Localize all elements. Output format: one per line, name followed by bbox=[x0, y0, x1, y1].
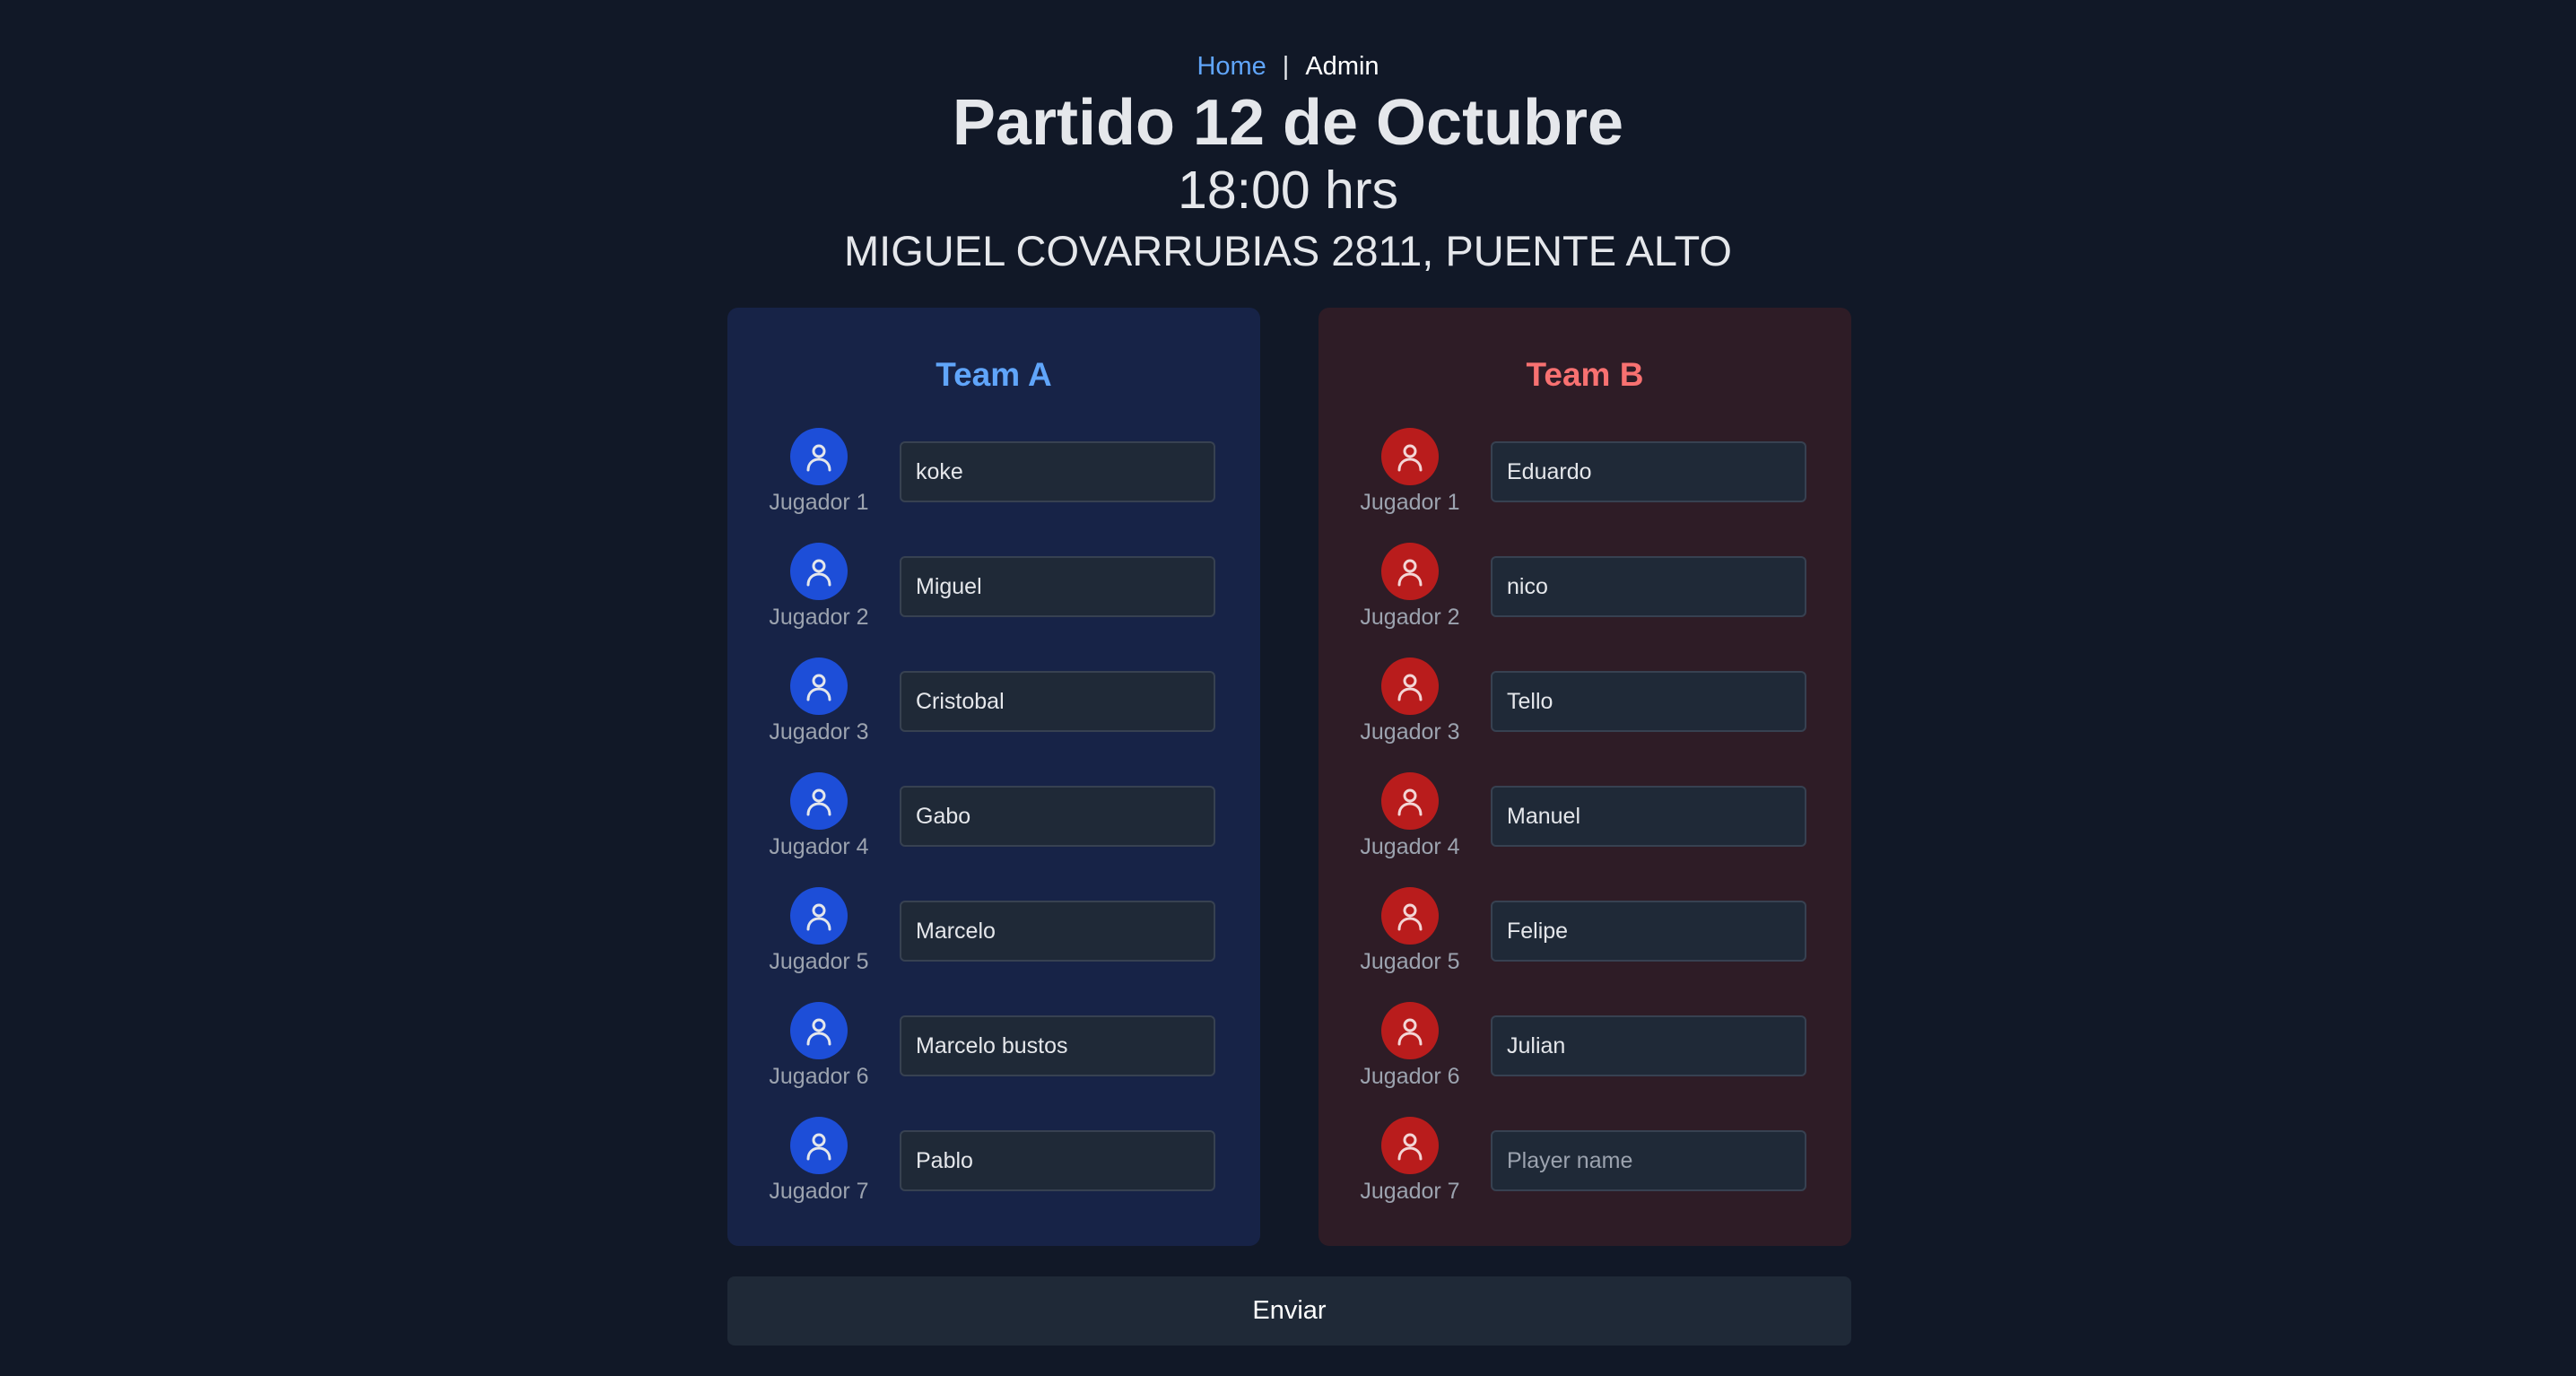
player-name-input[interactable] bbox=[900, 901, 1215, 962]
team-b-player-6: Jugador 6 bbox=[1318, 1002, 1851, 1110]
user-icon bbox=[1381, 1002, 1439, 1059]
team-b-player-7: Jugador 7 bbox=[1318, 1117, 1851, 1224]
player-name-input[interactable] bbox=[1491, 671, 1806, 732]
player-label: Jugador 7 bbox=[1360, 1179, 1460, 1204]
user-icon bbox=[790, 1117, 848, 1174]
home-link[interactable]: Home bbox=[1197, 52, 1266, 81]
user-icon bbox=[790, 428, 848, 485]
page: Home | Admin Partido 12 de Octubre 18:00 h… bbox=[0, 0, 2576, 1376]
nav-separator: | bbox=[1282, 52, 1290, 81]
team-b-player-1: Jugador 1 bbox=[1318, 428, 1851, 536]
team-a-player-1: Jugador 1 bbox=[727, 428, 1260, 536]
player-label: Jugador 2 bbox=[769, 605, 869, 630]
team-a-player-4: Jugador 4 bbox=[727, 772, 1260, 880]
player-label: Jugador 6 bbox=[769, 1064, 869, 1089]
player-label: Jugador 1 bbox=[769, 490, 869, 515]
player-name-input[interactable] bbox=[900, 441, 1215, 502]
user-icon bbox=[1381, 1117, 1439, 1174]
match-address: MIGUEL COVARRUBIAS 2811, PUENTE ALTO bbox=[844, 227, 1732, 274]
team-a-player-3: Jugador 3 bbox=[727, 658, 1260, 765]
player-name-input[interactable] bbox=[1491, 441, 1806, 502]
player-name-input[interactable] bbox=[1491, 786, 1806, 847]
player-name-input[interactable] bbox=[1491, 1015, 1806, 1076]
match-time: 18:00 hrs bbox=[1178, 161, 1398, 220]
team-b-panel: Team B Jugador 1 Jugador 2 Jugador 3 Jug… bbox=[1318, 308, 1851, 1246]
team-b-player-2: Jugador 2 bbox=[1318, 543, 1851, 650]
player-label: Jugador 4 bbox=[769, 834, 869, 859]
team-b-player-3: Jugador 3 bbox=[1318, 658, 1851, 765]
player-label: Jugador 2 bbox=[1360, 605, 1460, 630]
team-b-player-5: Jugador 5 bbox=[1318, 887, 1851, 995]
submit-button[interactable]: Enviar bbox=[727, 1276, 1851, 1346]
team-a-player-2: Jugador 2 bbox=[727, 543, 1260, 650]
player-label: Jugador 7 bbox=[769, 1179, 869, 1204]
user-icon bbox=[790, 887, 848, 945]
player-name-input[interactable] bbox=[900, 786, 1215, 847]
player-name-input[interactable] bbox=[900, 556, 1215, 617]
player-label: Jugador 6 bbox=[1360, 1064, 1460, 1089]
player-label: Jugador 3 bbox=[769, 719, 869, 745]
user-icon bbox=[790, 543, 848, 600]
user-icon bbox=[790, 772, 848, 830]
player-label: Jugador 4 bbox=[1360, 834, 1460, 859]
team-a-player-6: Jugador 6 bbox=[727, 1002, 1260, 1110]
player-label: Jugador 5 bbox=[1360, 949, 1460, 974]
player-name-input[interactable] bbox=[900, 1015, 1215, 1076]
player-label: Jugador 1 bbox=[1360, 490, 1460, 515]
user-icon bbox=[1381, 428, 1439, 485]
user-icon bbox=[1381, 887, 1439, 945]
page-title: Partido 12 de Octubre bbox=[952, 87, 1624, 159]
team-a-title: Team A bbox=[936, 356, 1052, 393]
user-icon bbox=[1381, 772, 1439, 830]
player-name-input[interactable] bbox=[1491, 556, 1806, 617]
team-a-player-5: Jugador 5 bbox=[727, 887, 1260, 995]
player-name-input[interactable] bbox=[1491, 901, 1806, 962]
player-label: Jugador 3 bbox=[1360, 719, 1460, 745]
player-name-input[interactable] bbox=[1491, 1130, 1806, 1191]
player-name-input[interactable] bbox=[900, 1130, 1215, 1191]
breadcrumb: Home | Admin bbox=[0, 48, 2576, 84]
user-icon bbox=[1381, 543, 1439, 600]
team-b-title: Team B bbox=[1526, 356, 1644, 393]
user-icon bbox=[1381, 658, 1439, 715]
team-b-player-4: Jugador 4 bbox=[1318, 772, 1851, 880]
player-label: Jugador 5 bbox=[769, 949, 869, 974]
player-name-input[interactable] bbox=[900, 671, 1215, 732]
user-icon bbox=[790, 1002, 848, 1059]
team-a-panel: Team A Jugador 1 Jugador 2 Jugador 3 Jug… bbox=[727, 308, 1260, 1246]
team-a-player-7: Jugador 7 bbox=[727, 1117, 1260, 1224]
admin-link[interactable]: Admin bbox=[1305, 52, 1379, 81]
user-icon bbox=[790, 658, 848, 715]
